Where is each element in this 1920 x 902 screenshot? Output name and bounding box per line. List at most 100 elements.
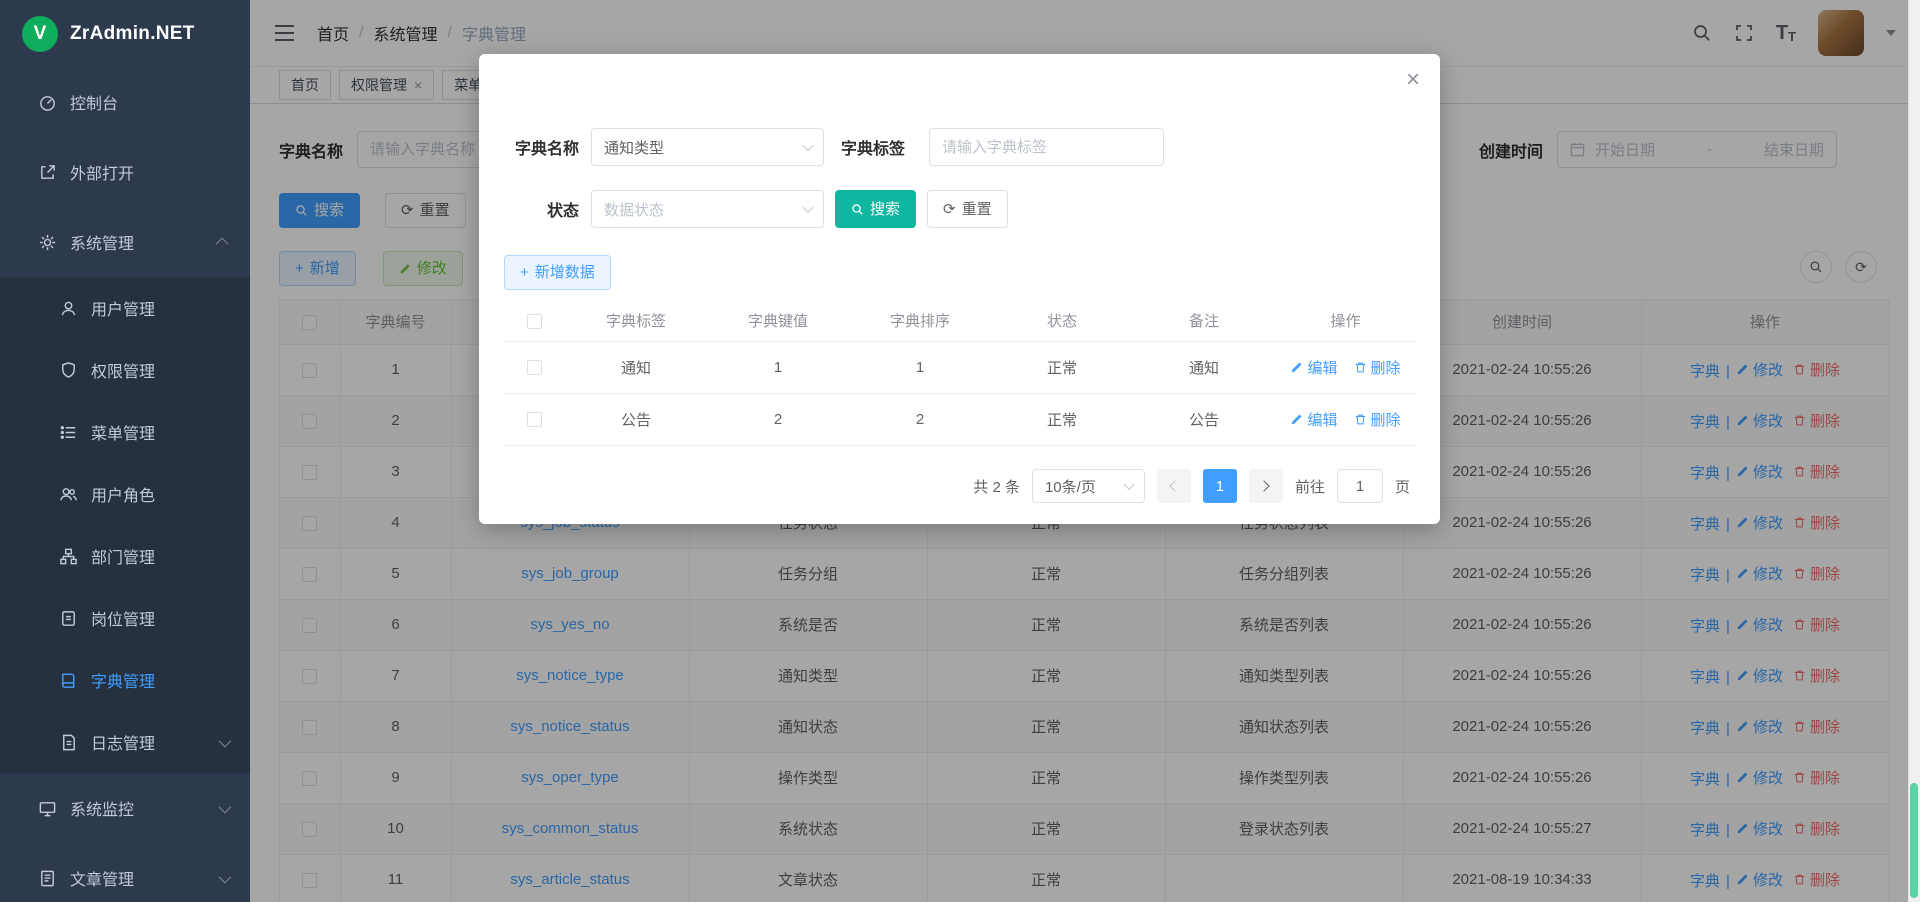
select-all-header (503, 301, 565, 341)
search-icon (851, 203, 864, 216)
chevron-down-icon (219, 734, 232, 747)
sidebar-item-menus[interactable]: 菜单管理 (0, 401, 250, 463)
monitor-icon (38, 799, 57, 818)
delete-link[interactable]: 删除 (1354, 409, 1401, 430)
system-submenu: 用户管理 权限管理 菜单管理 用户角色 部门管理 (0, 277, 250, 773)
app-root: V ZrAdmin.NET 控制台 外部打开 系统管理 用户管理 (0, 0, 1920, 902)
sidebar-item-user-roles[interactable]: 用户角色 (0, 463, 250, 525)
sidebar-item-posts[interactable]: 岗位管理 (0, 587, 250, 649)
sidebar-item-articles[interactable]: 文章管理 (0, 843, 250, 902)
sidebar-item-users[interactable]: 用户管理 (0, 277, 250, 339)
row-checkbox[interactable] (527, 360, 542, 375)
add-data-button[interactable]: + 新增数据 (504, 255, 611, 290)
selected-value: 通知类型 (604, 137, 664, 158)
article-icon (38, 869, 57, 888)
sidebar-item-dictionary[interactable]: 字典管理 (0, 649, 250, 711)
document-icon (59, 733, 78, 752)
app-logo[interactable]: V ZrAdmin.NET (0, 0, 250, 67)
remark-cell: 通知 (1133, 341, 1275, 393)
id-badge-icon (59, 609, 78, 628)
sidebar-item-label: 用户管理 (91, 296, 155, 320)
chevron-right-icon (1259, 480, 1270, 491)
sidebar-item-label: 系统监控 (70, 796, 134, 820)
status-cell: 正常 (991, 341, 1133, 393)
sidebar-item-label: 外部打开 (70, 160, 134, 184)
column-header: 备注 (1133, 301, 1275, 341)
dict-label-input[interactable] (929, 128, 1164, 166)
dict-sort-cell: 1 (849, 341, 991, 393)
dict-name-label: 字典名称 (505, 135, 579, 159)
chevron-down-icon (219, 870, 232, 883)
edit-link[interactable]: 编辑 (1290, 357, 1337, 378)
pagination: 共 2 条 10条/页 1 前往 页 (973, 469, 1410, 503)
goto-label: 前往 (1295, 476, 1325, 497)
sidebar-item-permissions[interactable]: 权限管理 (0, 339, 250, 401)
dict-name-select[interactable]: 通知类型 (591, 128, 824, 166)
delete-link[interactable]: 删除 (1354, 357, 1401, 378)
edit-link[interactable]: 编辑 (1290, 409, 1337, 430)
sidebar-item-label: 岗位管理 (91, 606, 155, 630)
scrollbar-track[interactable] (1908, 0, 1920, 902)
column-header: 字典排序 (849, 301, 991, 341)
dict-label-cell: 通知 (565, 341, 707, 393)
dict-data-dialog: × 字典名称 通知类型 字典标签 状态 数据状态 搜索 ⟳ 重置 (479, 54, 1440, 524)
column-header: 字典标签 (565, 301, 707, 341)
sidebar-item-monitoring[interactable]: 系统监控 (0, 773, 250, 843)
dialog-table-header-row: 字典标签字典键值字典排序状态备注操作 (503, 301, 1416, 341)
trash-icon (1354, 413, 1367, 426)
sidebar-item-console[interactable]: 控制台 (0, 67, 250, 137)
org-tree-icon (59, 547, 78, 566)
sidebar-item-label: 控制台 (70, 90, 118, 114)
chevron-left-icon (1170, 480, 1181, 491)
sidebar-item-label: 日志管理 (91, 730, 155, 754)
chevron-up-icon (216, 237, 229, 250)
sidebar-item-label: 菜单管理 (91, 420, 155, 444)
row-checkbox[interactable] (527, 412, 542, 427)
sidebar-item-external[interactable]: 外部打开 (0, 137, 250, 207)
sidebar-item-label: 字典管理 (91, 668, 155, 692)
select-all-checkbox[interactable] (527, 314, 542, 329)
users-icon (59, 485, 78, 504)
book-icon (59, 671, 78, 690)
shield-icon (59, 361, 78, 380)
table-row: 通知11正常通知编辑删除 (503, 341, 1416, 393)
sidebar: V ZrAdmin.NET 控制台 外部打开 系统管理 用户管理 (0, 0, 250, 902)
app-title: ZrAdmin.NET (70, 23, 195, 45)
sidebar-item-label: 用户角色 (91, 482, 155, 506)
dialog-table-body: 通知11正常通知编辑删除公告22正常公告编辑删除 (503, 341, 1416, 445)
scrollbar-thumb[interactable] (1910, 783, 1918, 898)
page-number-button[interactable]: 1 (1203, 469, 1237, 503)
sidebar-item-label: 系统管理 (70, 230, 134, 254)
dialog-search-button[interactable]: 搜索 (835, 190, 916, 228)
next-page-button[interactable] (1249, 469, 1283, 503)
edit-pencil-icon (1290, 361, 1303, 374)
chevron-down-icon (219, 800, 232, 813)
goto-page-input[interactable] (1337, 469, 1383, 503)
operations-cell: 编辑删除 (1275, 341, 1416, 393)
sidebar-item-logs[interactable]: 日志管理 (0, 711, 250, 773)
dict-label-label: 字典标签 (841, 135, 905, 159)
dialog-close-button[interactable]: × (1406, 68, 1420, 92)
dict-value-cell: 1 (707, 341, 849, 393)
goto-unit: 页 (1395, 476, 1410, 497)
dialog-reset-button[interactable]: ⟳ 重置 (927, 190, 1008, 228)
chevron-down-icon (1123, 479, 1134, 490)
user-icon (59, 299, 78, 318)
logo-icon: V (22, 16, 58, 52)
dialog-filter-row-1: 字典名称 通知类型 字典标签 (505, 128, 1164, 166)
prev-page-button[interactable] (1157, 469, 1191, 503)
gear-icon (38, 233, 57, 252)
column-header: 操作 (1275, 301, 1416, 341)
sidebar-item-label: 部门管理 (91, 544, 155, 568)
edit-pencil-icon (1290, 413, 1303, 426)
plus-icon: + (520, 265, 529, 280)
dialog-toolbar: + 新增数据 (504, 255, 611, 290)
dialog-filter-row-2: 状态 数据状态 搜索 ⟳ 重置 (505, 190, 1008, 228)
status-select[interactable]: 数据状态 (591, 190, 824, 228)
sidebar-item-system[interactable]: 系统管理 (0, 207, 250, 277)
sidebar-item-departments[interactable]: 部门管理 (0, 525, 250, 587)
chevron-down-icon (802, 140, 813, 151)
operations-cell: 编辑删除 (1275, 393, 1416, 445)
page-size-select[interactable]: 10条/页 (1032, 469, 1145, 503)
select-placeholder: 数据状态 (604, 199, 664, 220)
